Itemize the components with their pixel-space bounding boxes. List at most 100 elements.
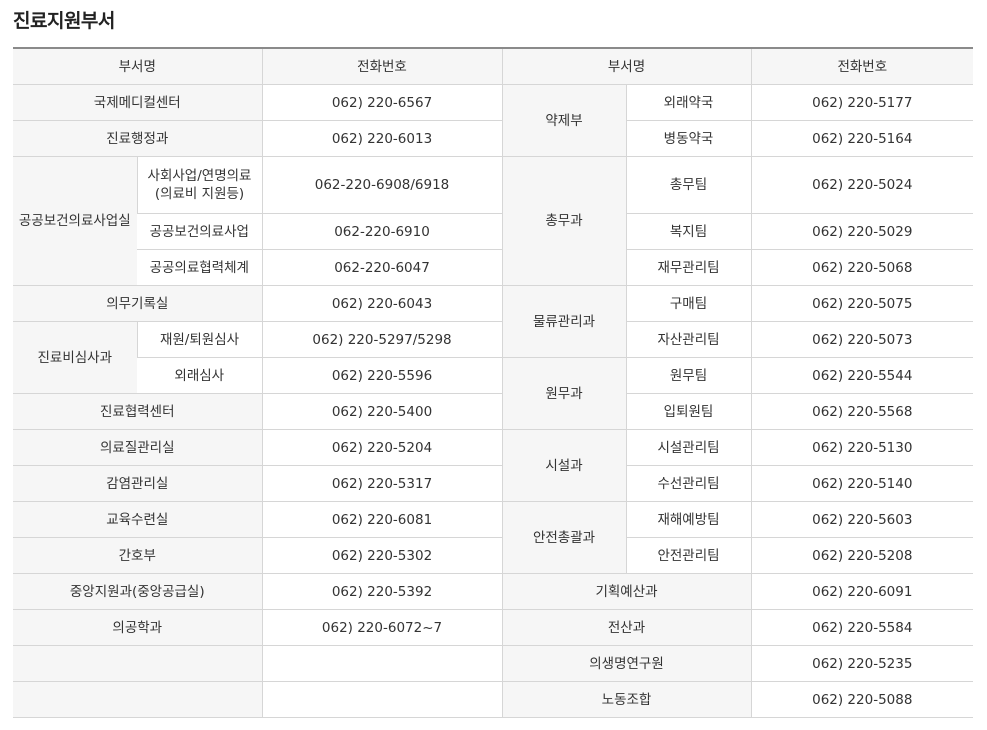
phone-number: 062) 220-5140 [750, 465, 974, 502]
dept-name: 국제메디컬센터 [13, 84, 263, 121]
phone-number: 062) 220-5297/5298 [261, 321, 503, 358]
table-row: 노동조합 062) 220-5088 [13, 681, 974, 718]
dept-name: 약제부 [501, 84, 627, 157]
header-dept-name-left: 부서명 [13, 47, 263, 85]
team-name: 재원/퇴원심사 [136, 321, 263, 358]
table-row: 의생명연구원 062) 220-5235 [13, 645, 974, 682]
department-phone-table: 부서명 전화번호 부서명 전화번호 국제메디컬센터 062) 220-6567 … [13, 47, 974, 718]
team-name-line: (의료비 지원등) [154, 186, 245, 202]
empty-cell [261, 645, 503, 682]
table-row: 교육수련실 062) 220-6081 안전총괄과 재해예방팀 062) 220… [13, 501, 974, 574]
dept-name: 총무과 [501, 156, 627, 286]
team-name: 총무팀 [625, 156, 752, 214]
empty-cell [13, 681, 263, 718]
team-name: 수선관리팀 [625, 465, 752, 502]
dept-name: 기획예산과 [501, 573, 752, 610]
dept-name: 교육수련실 [13, 501, 263, 538]
team-name: 안전관리팀 [625, 537, 752, 574]
page-title: 진료지원부서 [13, 10, 115, 32]
table-row: 진료협력센터 062) 220-5400 입퇴원팀 062) 220-5568 [13, 393, 974, 430]
phone-number: 062) 220-5603 [750, 501, 974, 538]
phone-number: 062) 220-5177 [750, 84, 974, 121]
header-phone-left: 전화번호 [261, 47, 503, 85]
phone-number: 062) 220-5392 [261, 573, 503, 610]
table-row: 외래심사 062) 220-5596 원무과 원무팀 062) 220-5544 [13, 357, 974, 430]
phone-number: 062) 220-6081 [261, 501, 503, 538]
table-row: 국제메디컬센터 062) 220-6567 약제부 외래약국 062) 220-… [13, 84, 974, 157]
team-name: 복지팀 [625, 213, 752, 250]
dept-name: 안전총괄과 [501, 501, 627, 574]
phone-number: 062) 220-5208 [750, 537, 974, 574]
table-row: 공공보건의료사업실 사회사업/연명의료 (의료비 지원등) 062-220-69… [13, 156, 974, 286]
dept-name: 의료질관리실 [13, 429, 263, 466]
dept-name: 시설과 [501, 429, 627, 502]
phone-number: 062) 220-6013 [261, 120, 503, 157]
empty-cell [13, 645, 263, 682]
empty-cell [261, 681, 503, 718]
phone-number: 062) 220-6072~7 [261, 609, 503, 646]
dept-name: 진료행정과 [13, 120, 263, 157]
table-row: 중앙지원과(중앙공급실) 062) 220-5392 기획예산과 062) 22… [13, 573, 974, 610]
phone-number: 062) 220-6091 [750, 573, 974, 610]
phone-number: 062) 220-5024 [750, 156, 974, 214]
team-name: 공공의료협력체계 [137, 249, 263, 286]
table-row: 간호부 062) 220-5302 안전관리팀 062) 220-5208 [13, 537, 974, 574]
team-name-line: 사회사업/연명의료 [147, 168, 252, 184]
team-name: 재해예방팀 [625, 501, 752, 538]
phone-number: 062) 220-5568 [750, 393, 974, 430]
phone-number: 062) 220-6567 [261, 84, 503, 121]
dept-name: 의생명연구원 [501, 645, 752, 682]
team-name: 자산관리팀 [625, 321, 752, 358]
phone-number: 062) 220-5130 [750, 429, 974, 466]
header-dept-name-right: 부서명 [501, 47, 752, 85]
dept-name: 노동조합 [501, 681, 752, 718]
dept-name: 의무기록실 [13, 285, 263, 322]
team-name: 외래심사 [137, 357, 263, 394]
phone-number: 062) 220-5164 [750, 120, 974, 157]
dept-name: 감염관리실 [13, 465, 263, 502]
table-row: 의공학과 062) 220-6072~7 전산과 062) 220-5584 [13, 609, 974, 646]
phone-number: 062) 220-5400 [261, 393, 503, 430]
table-row: 공공의료협력체계 062-220-6047 재무관리팀 062) 220-506… [13, 249, 974, 286]
phone-number: 062) 220-5204 [261, 429, 503, 466]
phone-number: 062) 220-5073 [750, 321, 974, 358]
table-row: 의료질관리실 062) 220-5204 시설과 시설관리팀 062) 220-… [13, 429, 974, 502]
team-name: 구매팀 [625, 285, 752, 322]
dept-name: 전산과 [501, 609, 752, 646]
team-name: 사회사업/연명의료 (의료비 지원등) [136, 156, 263, 214]
phone-number: 062) 220-5596 [261, 357, 503, 394]
phone-number: 062) 220-6043 [261, 285, 503, 322]
phone-number: 062) 220-5029 [750, 213, 974, 250]
dept-name: 공공보건의료사업실 [13, 156, 137, 286]
team-name: 입퇴원팀 [625, 393, 752, 430]
dept-name: 간호부 [13, 537, 263, 574]
table-row: 감염관리실 062) 220-5317 수선관리팀 062) 220-5140 [13, 465, 974, 502]
phone-number: 062-220-6908/6918 [261, 156, 503, 214]
team-name: 원무팀 [625, 357, 752, 394]
phone-number: 062) 220-5302 [261, 537, 503, 574]
table-header-row: 부서명 전화번호 부서명 전화번호 [13, 47, 974, 85]
phone-number: 062) 220-5584 [750, 609, 974, 646]
phone-number: 062) 220-5068 [750, 249, 974, 286]
dept-name: 진료비심사과 [13, 321, 137, 394]
team-name: 시설관리팀 [625, 429, 752, 466]
phone-number: 062-220-6910 [261, 213, 503, 250]
phone-number: 062) 220-5317 [261, 465, 503, 502]
dept-name: 의공학과 [13, 609, 263, 646]
phone-number: 062) 220-5544 [750, 357, 974, 394]
phone-number: 062) 220-5075 [750, 285, 974, 322]
team-name: 공공보건의료사업 [137, 213, 263, 250]
dept-name: 진료협력센터 [13, 393, 263, 430]
table-row: 의무기록실 062) 220-6043 물류관리과 구매팀 062) 220-5… [13, 285, 974, 358]
phone-number: 062) 220-5088 [750, 681, 974, 718]
team-name: 외래약국 [625, 84, 752, 121]
header-phone-right: 전화번호 [750, 47, 974, 85]
dept-name: 원무과 [501, 357, 627, 430]
phone-number: 062-220-6047 [261, 249, 503, 286]
dept-name: 물류관리과 [501, 285, 627, 358]
table-row: 진료행정과 062) 220-6013 병동약국 062) 220-5164 [13, 120, 974, 157]
dept-name: 중앙지원과(중앙공급실) [13, 573, 263, 610]
team-name: 재무관리팀 [625, 249, 752, 286]
team-name: 병동약국 [625, 120, 752, 157]
table-row: 진료비심사과 재원/퇴원심사 062) 220-5297/5298 자산관리팀 … [13, 321, 974, 394]
